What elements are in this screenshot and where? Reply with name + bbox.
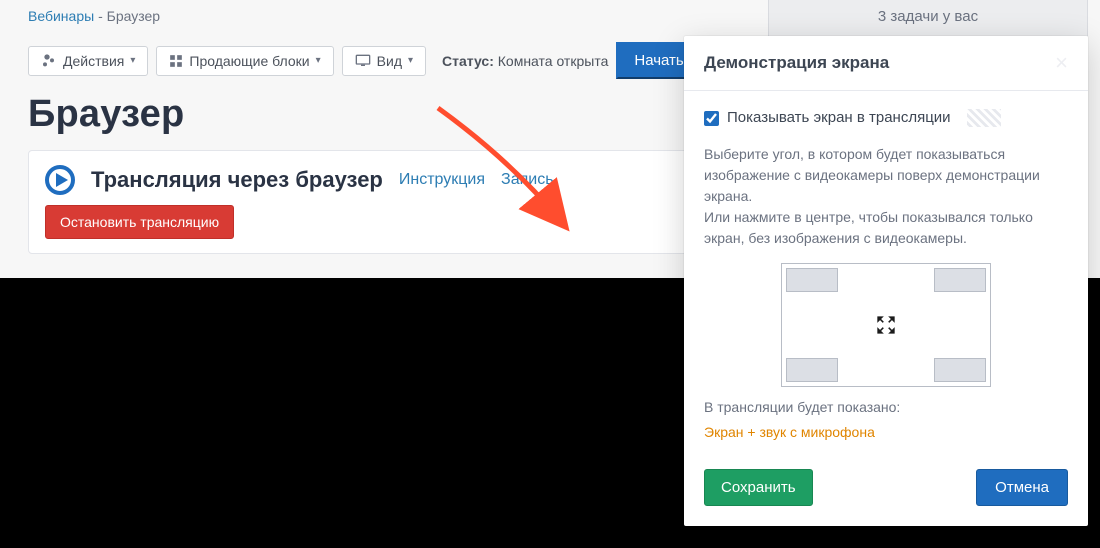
caret-down-icon: ▾ bbox=[130, 55, 135, 66]
play-icon bbox=[45, 165, 75, 195]
show-screen-checkbox[interactable] bbox=[704, 111, 719, 126]
status-label: Статус: bbox=[442, 53, 494, 69]
stop-stream-button[interactable]: Остановить трансляцию bbox=[45, 205, 234, 239]
hatch-indicator bbox=[967, 109, 1001, 127]
breadcrumb-current: Браузер bbox=[107, 8, 160, 24]
modal-title: Демонстрация экрана bbox=[704, 53, 889, 73]
gears-icon bbox=[41, 53, 57, 69]
monitor-icon bbox=[355, 54, 371, 68]
corner-top-right[interactable] bbox=[934, 268, 986, 292]
actions-dropdown[interactable]: Действия ▾ bbox=[28, 46, 148, 76]
modal-header: Демонстрация экрана × bbox=[684, 36, 1088, 91]
corner-bottom-left[interactable] bbox=[786, 358, 838, 382]
corner-top-left[interactable] bbox=[786, 268, 838, 292]
close-icon[interactable]: × bbox=[1055, 52, 1068, 74]
room-status: Статус: Комната открыта bbox=[442, 53, 608, 69]
modal-body: Показывать экран в трансляции Выберите у… bbox=[684, 91, 1088, 451]
fullscreen-icon[interactable] bbox=[873, 312, 899, 338]
tasks-summary: 3 задачи у вас bbox=[768, 0, 1088, 36]
caret-down-icon: ▾ bbox=[408, 55, 413, 66]
caret-down-icon: ▾ bbox=[316, 55, 321, 66]
grid-icon bbox=[169, 54, 183, 68]
checkbox-text: Показывать экран в трансляции bbox=[727, 107, 951, 130]
cancel-button[interactable]: Отмена bbox=[976, 469, 1068, 506]
breadcrumb-sep: - bbox=[98, 8, 107, 24]
actions-label: Действия bbox=[63, 53, 124, 69]
tasks-line: 3 задачи у вас bbox=[769, 8, 1087, 25]
selling-blocks-dropdown[interactable]: Продающие блоки ▾ bbox=[156, 46, 333, 76]
view-dropdown[interactable]: Вид ▾ bbox=[342, 46, 426, 76]
shown-label: В трансляции будет показано: bbox=[704, 397, 1068, 418]
modal-desc-2: Или нажмите в центре, чтобы показывался … bbox=[704, 207, 1068, 249]
breadcrumb-parent-link[interactable]: Вебинары bbox=[28, 8, 94, 24]
view-label: Вид bbox=[377, 53, 402, 69]
show-screen-checkbox-label[interactable]: Показывать экран в трансляции bbox=[704, 107, 1068, 130]
modal-desc-1: Выберите угол, в котором будет показыват… bbox=[704, 144, 1068, 207]
record-link[interactable]: Запись bbox=[501, 171, 554, 189]
modal-footer: Сохранить Отмена bbox=[684, 451, 1088, 526]
stream-title: Трансляция через браузер bbox=[91, 167, 383, 193]
page-root: 3 задачи у вас Вебинары - Браузер Действ… bbox=[0, 0, 1100, 548]
instruction-link[interactable]: Инструкция bbox=[399, 171, 485, 189]
screen-share-modal: Демонстрация экрана × Показывать экран в… bbox=[684, 36, 1088, 526]
shown-value: Экран + звук с микрофона bbox=[704, 422, 1068, 443]
status-value: Комната открыта bbox=[498, 53, 609, 69]
blocks-label: Продающие блоки bbox=[189, 53, 309, 69]
camera-position-picker bbox=[781, 263, 991, 387]
save-button[interactable]: Сохранить bbox=[704, 469, 813, 506]
corner-bottom-right[interactable] bbox=[934, 358, 986, 382]
